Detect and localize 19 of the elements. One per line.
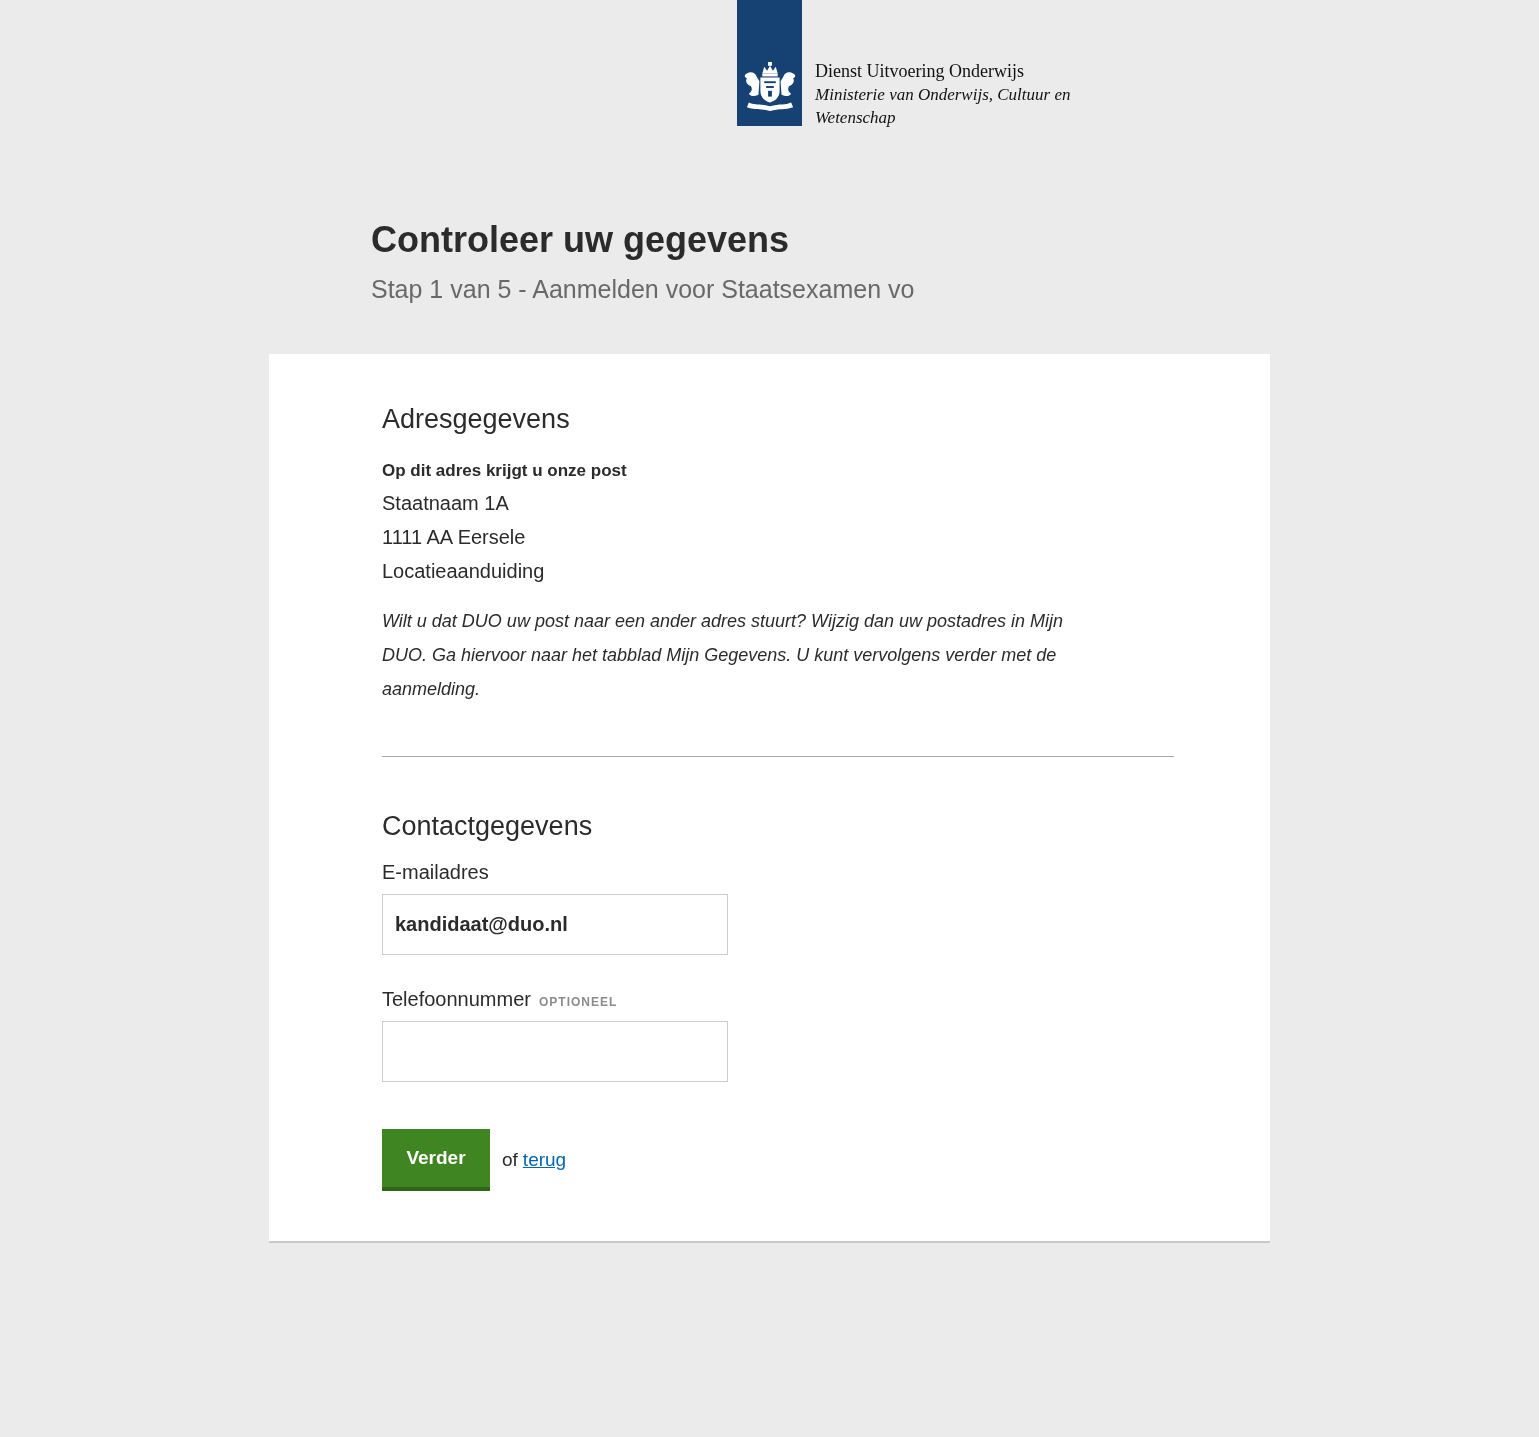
- address-note: Wilt u dat DUO uw post naar een ander adres stuurt? Wijzig dan uw postadres in Mijn DUO. Ga hiervoor naar het tabblad Mijn Gegevens. U kunt vervolgens verder met de aanmelding.: [382, 610, 1064, 701]
- address-line: 1111 AA Eersele: [382, 525, 527, 550]
- field-label: Telefoonnummer: [382, 987, 531, 1012]
- field-label: E-mailadres: [382, 860, 489, 885]
- ministry-name: Ministerie van Onderwijs, Cultuur en Wetenschap: [815, 84, 1072, 129]
- address-line: Staatnaam 1A: [382, 491, 510, 516]
- step-subtitle: Stap 1 van 5 - Aanmelden voor Staatsexamen vo: [371, 274, 916, 305]
- address-label: Op dit adres krijgt u onze post: [382, 460, 628, 482]
- phone-input-field[interactable]: [382, 1021, 728, 1082]
- optional-tag: OPTIONEEL: [538, 993, 618, 1011]
- or-text: of: [502, 1147, 518, 1172]
- organisation-name: Dienst Uitvoering Onderwijs: [815, 60, 1024, 83]
- section-heading: Contactgegevens: [382, 810, 594, 843]
- email-input-field[interactable]: kandidaat@duo.nl: [382, 894, 728, 955]
- page-title: Controleer uw gegevens: [371, 218, 791, 262]
- address-line: Locatieaanduiding: [382, 559, 546, 584]
- back-link[interactable]: terug: [522, 1145, 567, 1175]
- next-button[interactable]: Verder: [382, 1129, 490, 1191]
- section-heading: Adresgegevens: [382, 403, 571, 436]
